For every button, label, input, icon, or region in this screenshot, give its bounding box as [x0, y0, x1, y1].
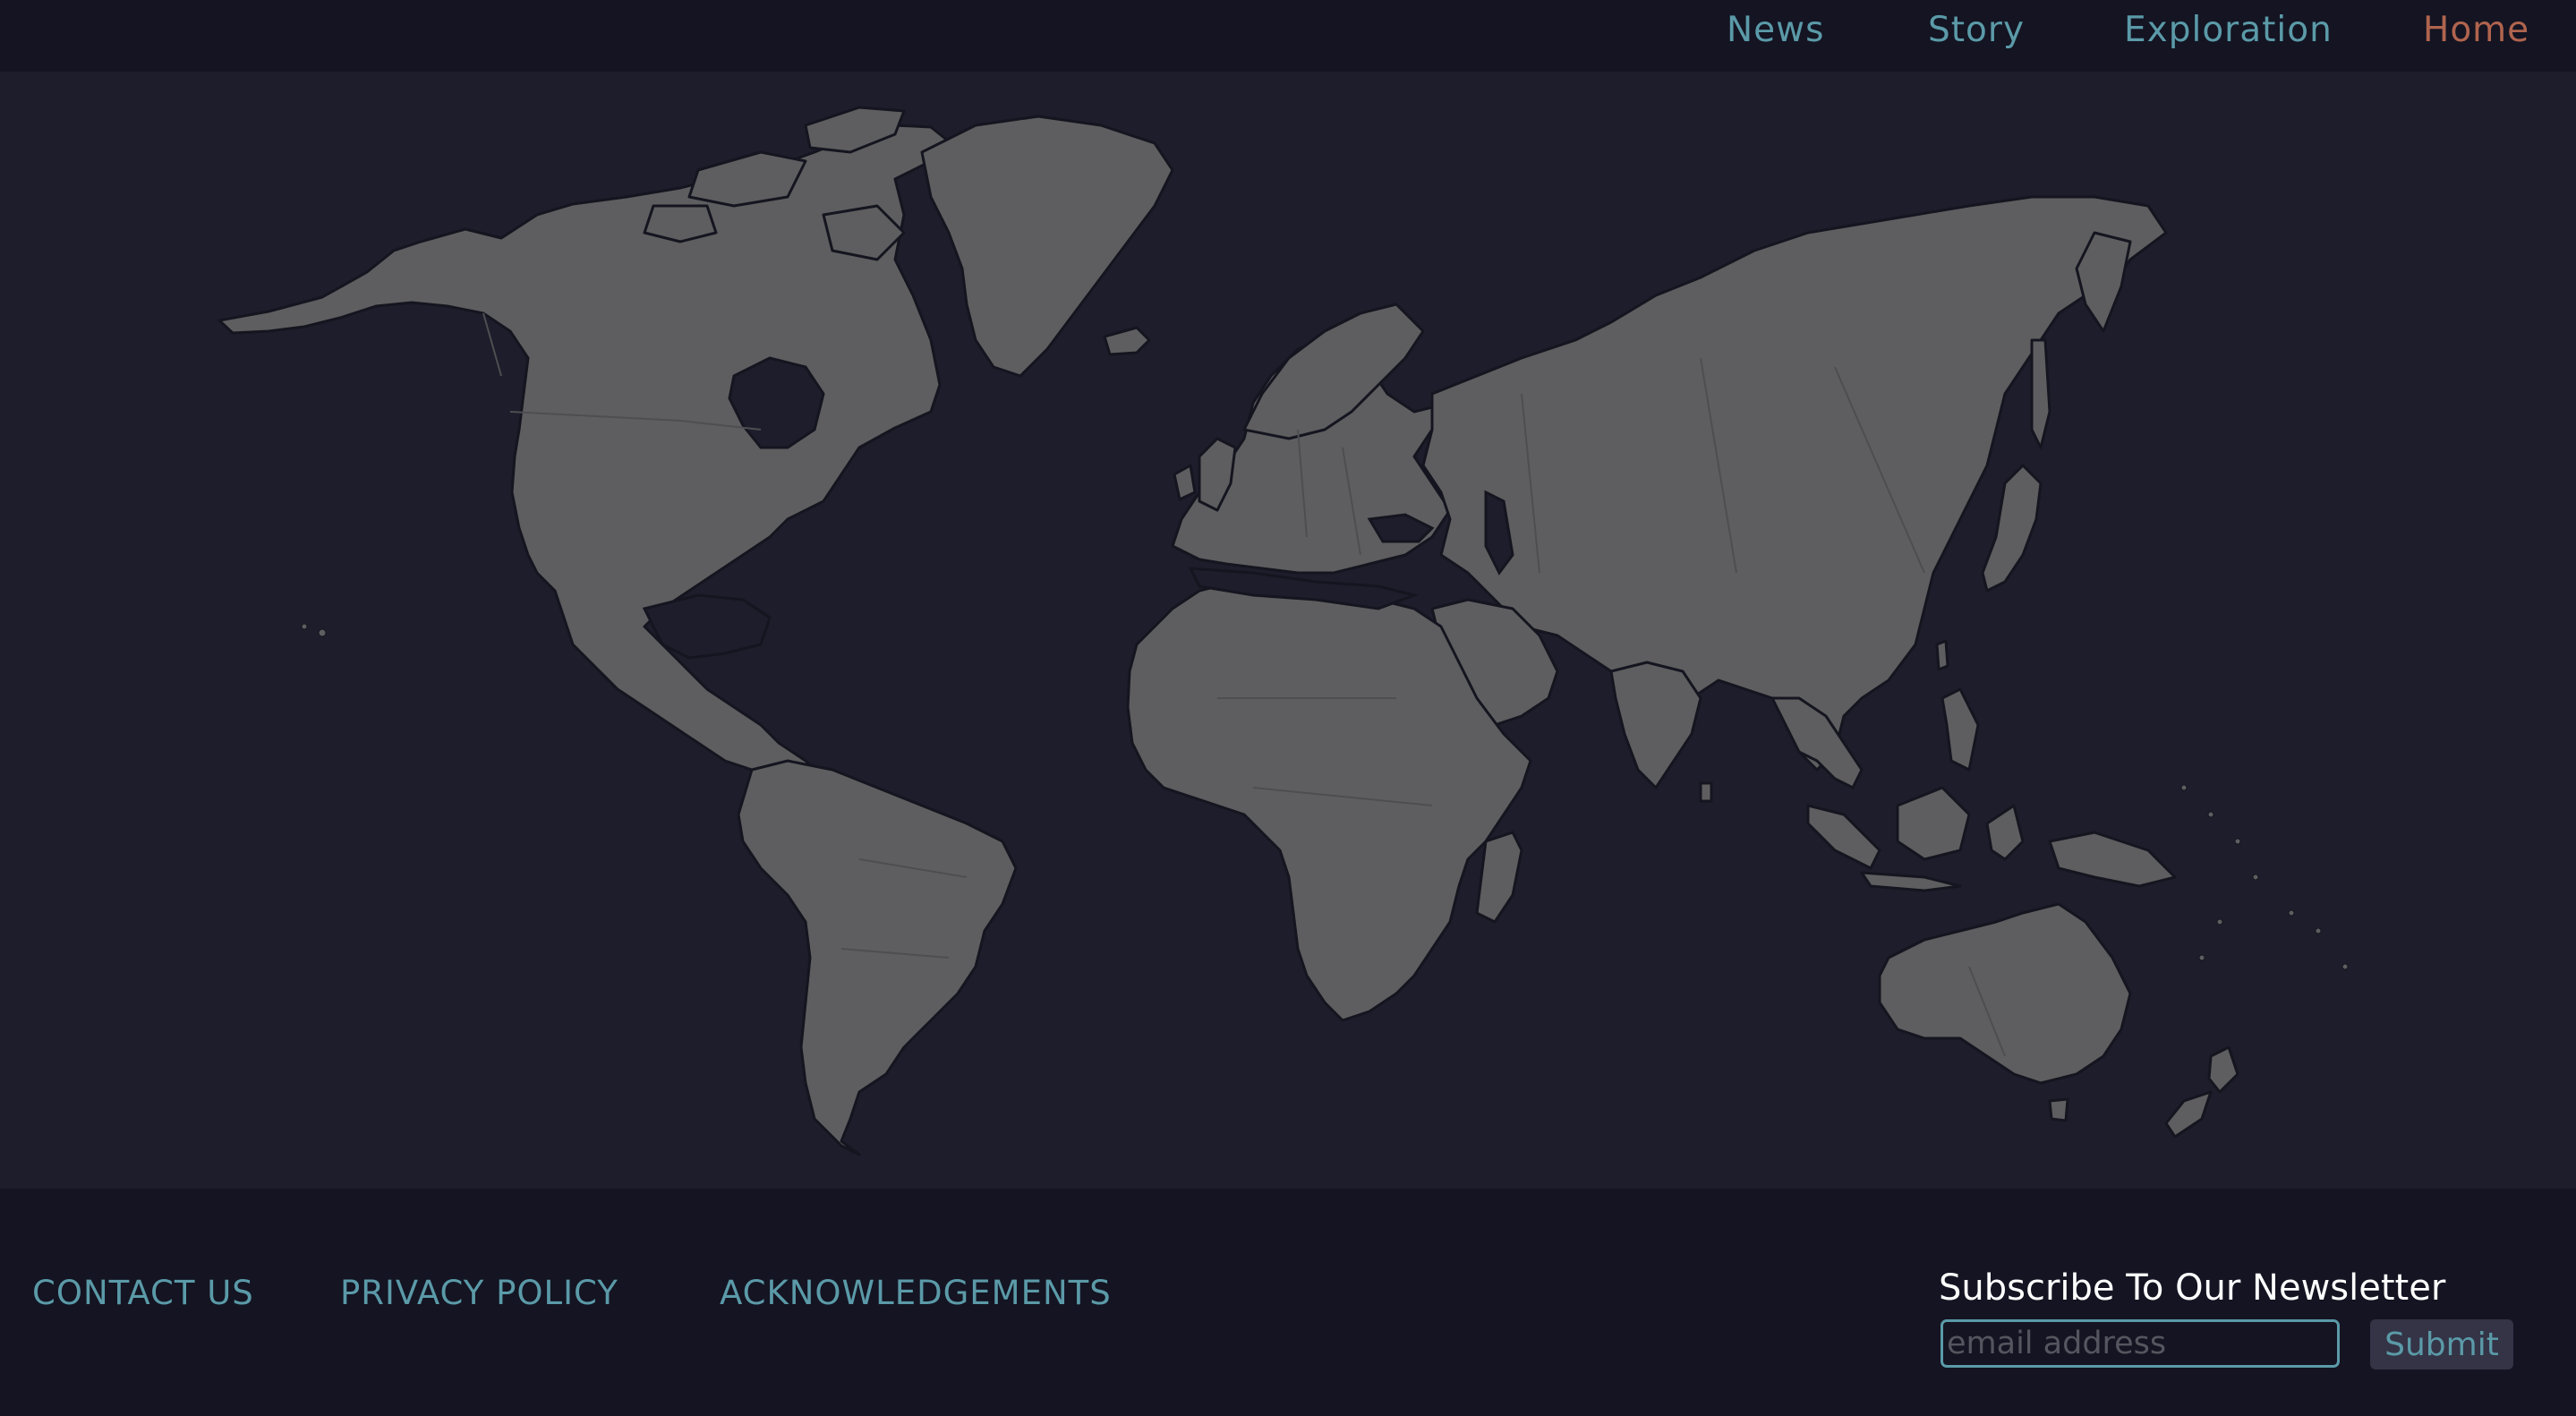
sri-lanka-landmass: [1699, 781, 1713, 803]
arctic-island-3: [643, 204, 718, 243]
japan-landmass: [1981, 464, 2043, 593]
nav-link-exploration[interactable]: Exploration: [2124, 7, 2333, 54]
south-america-landmass: [737, 759, 1018, 1156]
sakhalin-landmass: [2030, 338, 2051, 449]
email-field[interactable]: [1941, 1319, 2340, 1368]
newsletter-title: Subscribe To Our Newsletter: [1939, 1267, 2446, 1309]
footer: CONTACT US PRIVACY POLICY ACKNOWLEDGEMEN…: [0, 1189, 2576, 1416]
borneo-landmass: [1896, 786, 1971, 861]
sulawesi-landmass: [1985, 804, 2025, 861]
new-zealand-north-landmass: [2207, 1045, 2239, 1094]
world-map-svg: [218, 106, 2349, 1156]
world-map: [0, 72, 2576, 1189]
java-landmass: [1860, 871, 1962, 892]
nav-link-news[interactable]: News: [1727, 7, 1824, 54]
tasmania-landmass: [2048, 1097, 2069, 1122]
philippines-landmass: [1941, 687, 1980, 772]
footer-link-contact-us[interactable]: CONTACT US: [32, 1271, 254, 1316]
nav-link-home[interactable]: Home: [2423, 7, 2529, 54]
ireland-landmass: [1173, 464, 1197, 501]
nav-link-story[interactable]: Story: [1928, 7, 2025, 54]
madagascar-landmass: [1475, 831, 1523, 924]
new-guinea-landmass: [2048, 831, 2177, 888]
iceland-landmass: [1103, 326, 1151, 356]
footer-link-acknowledgements[interactable]: ACKNOWLEDGEMENTS: [720, 1271, 1112, 1316]
sumatra-landmass: [1806, 804, 1881, 870]
footer-link-privacy-policy[interactable]: PRIVACY POLICY: [340, 1271, 618, 1316]
new-zealand-south-landmass: [2164, 1090, 2213, 1139]
arctic-island-1: [687, 150, 807, 208]
taiwan-landmass: [1935, 639, 1949, 671]
submit-button[interactable]: Submit: [2370, 1319, 2513, 1369]
india-landmass: [1609, 661, 1702, 789]
top-navigation: News Story Exploration Home: [0, 0, 2576, 72]
